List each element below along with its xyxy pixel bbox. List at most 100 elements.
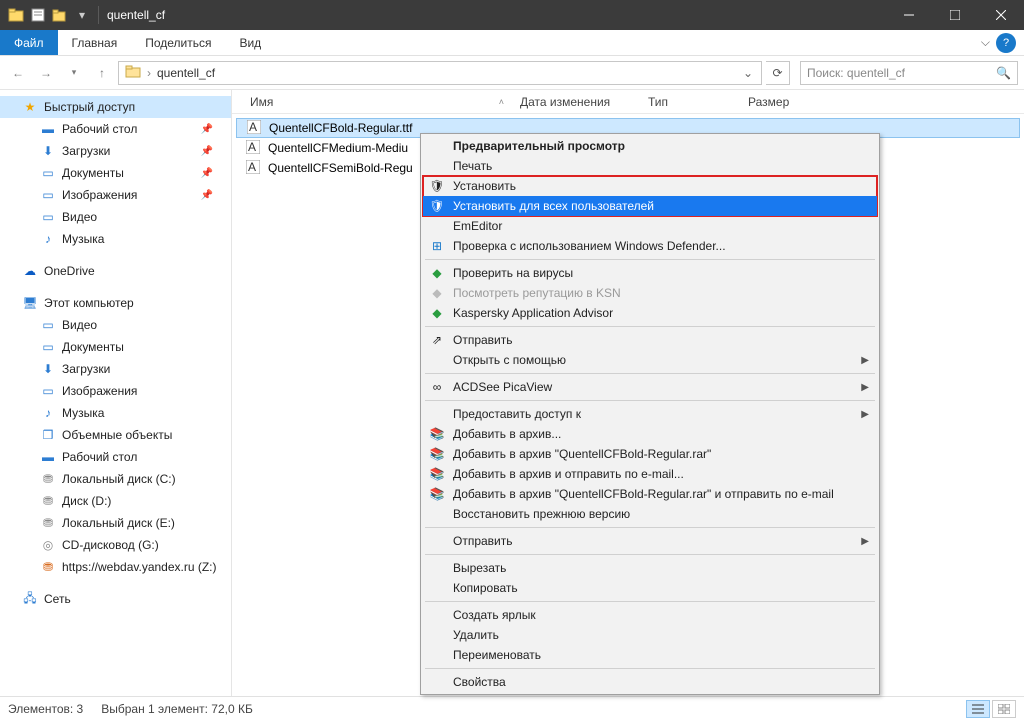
ribbon: Файл Главная Поделиться Вид ⌵ ? (0, 30, 1024, 56)
col-date[interactable]: Дата изменения (512, 95, 640, 109)
refresh-button[interactable]: ⟳ (766, 61, 790, 85)
shield-icon: 🛡 (429, 178, 445, 194)
tree-documents[interactable]: ▭Документы📌 (0, 162, 231, 184)
videos-icon: ▭ (40, 209, 56, 225)
ctx-cut[interactable]: Вырезать (423, 558, 877, 578)
tab-view[interactable]: Вид (225, 30, 275, 55)
network-icon: 🖧 (22, 591, 38, 607)
tree-pictures[interactable]: ▭Изображения📌 (0, 184, 231, 206)
column-headers: Имя˄ Дата изменения Тип Размер (232, 90, 1024, 114)
font-icon: A (247, 120, 263, 136)
view-icons-button[interactable] (992, 700, 1016, 718)
tree-downloads[interactable]: ⬇Загрузки📌 (0, 140, 231, 162)
ctx-acdsee[interactable]: ∞ACDSee PicaView▶ (423, 377, 877, 397)
tab-share[interactable]: Поделиться (131, 30, 225, 55)
tree-quick-access[interactable]: ★Быстрый доступ (0, 96, 231, 118)
close-button[interactable] (978, 0, 1024, 30)
minimize-button[interactable] (886, 0, 932, 30)
up-button[interactable]: ↑ (90, 61, 114, 85)
tree-desktop[interactable]: ▬Рабочий стол📌 (0, 118, 231, 140)
tree-drive-c[interactable]: ⛃Локальный диск (C:) (0, 468, 231, 490)
pictures-icon: ▭ (40, 187, 56, 203)
view-details-button[interactable] (966, 700, 990, 718)
ctx-properties[interactable]: Свойства (423, 672, 877, 692)
recent-dropdown[interactable]: ▾ (62, 61, 86, 85)
qat-dropdown-icon[interactable]: ▾ (72, 5, 92, 25)
col-size[interactable]: Размер (740, 95, 820, 109)
ctx-defender[interactable]: ⊞Проверка с использованием Windows Defen… (423, 236, 877, 256)
tree-drive-z[interactable]: ⛃https://webdav.yandex.ru (Z:) (0, 556, 231, 578)
qat-properties-icon[interactable] (28, 5, 48, 25)
col-name[interactable]: Имя˄ (242, 95, 512, 109)
pictures-icon: ▭ (40, 383, 56, 399)
sort-asc-icon: ˄ (499, 97, 504, 107)
search-input[interactable]: Поиск: quentell_cf 🔍 (800, 61, 1018, 85)
ctx-arch3[interactable]: 📚Добавить в архив и отправить по e-mail.… (423, 464, 877, 484)
ctx-restore[interactable]: Восстановить прежнюю версию (423, 504, 877, 524)
status-count: Элементов: 3 (8, 702, 83, 716)
drive-icon: ⛃ (40, 471, 56, 487)
tree-pc-3d[interactable]: ❒Объемные объекты (0, 424, 231, 446)
ribbon-expand-icon[interactable]: ⌵ (981, 35, 990, 50)
desktop-icon: ▬ (40, 121, 56, 137)
tree-music[interactable]: ♪Музыка (0, 228, 231, 250)
tree-pc-downloads[interactable]: ⬇Загрузки (0, 358, 231, 380)
ctx-copy[interactable]: Копировать (423, 578, 877, 598)
ctx-kaspersky[interactable]: ◆Kaspersky Application Advisor (423, 303, 877, 323)
cd-icon: ◎ (40, 537, 56, 553)
downloads-icon: ⬇ (40, 143, 56, 159)
file-tab[interactable]: Файл (0, 30, 58, 55)
back-button[interactable]: ← (6, 61, 30, 85)
ctx-send[interactable]: ⇗Отправить (423, 330, 877, 350)
forward-button[interactable]: → (34, 61, 58, 85)
address-bar[interactable]: › quentell_cf ⌄ (118, 61, 762, 85)
qat-new-folder-icon[interactable] (50, 5, 70, 25)
ctx-preview[interactable]: Предварительный просмотр (423, 136, 877, 156)
ctx-emeditor[interactable]: EmEditor (423, 216, 877, 236)
ctx-arch2[interactable]: 📚Добавить в архив "QuentellCFBold-Regula… (423, 444, 877, 464)
tree-pc-documents[interactable]: ▭Документы (0, 336, 231, 358)
ctx-sendto[interactable]: Отправить▶ (423, 531, 877, 551)
ctx-rename[interactable]: Переименовать (423, 645, 877, 665)
help-button[interactable]: ? (996, 33, 1016, 53)
pc-icon: 🖥 (22, 295, 38, 311)
ctx-install[interactable]: 🛡Установить (423, 176, 877, 196)
address-dropdown-icon[interactable]: ⌄ (737, 66, 759, 80)
tree-drive-g[interactable]: ◎CD-дисковод (G:) (0, 534, 231, 556)
shield-icon: 🛡 (429, 198, 445, 214)
ctx-open-with[interactable]: Открыть с помощью▶ (423, 350, 877, 370)
ctx-shortcut[interactable]: Создать ярлык (423, 605, 877, 625)
ctx-delete[interactable]: Удалить (423, 625, 877, 645)
search-icon: 🔍 (996, 66, 1011, 80)
tree-onedrive[interactable]: ☁OneDrive (0, 260, 231, 282)
tab-home[interactable]: Главная (58, 30, 132, 55)
col-type[interactable]: Тип (640, 95, 740, 109)
submenu-arrow-icon: ▶ (861, 382, 869, 393)
ctx-install-all[interactable]: 🛡Установить для всех пользователей (423, 196, 877, 216)
ctx-arch1[interactable]: 📚Добавить в архив... (423, 424, 877, 444)
tree-videos[interactable]: ▭Видео (0, 206, 231, 228)
drive-icon: ⛃ (40, 493, 56, 509)
onedrive-icon: ☁ (22, 263, 38, 279)
tree-pc-videos[interactable]: ▭Видео (0, 314, 231, 336)
defender-icon: ⊞ (429, 238, 445, 254)
tree-drive-d[interactable]: ⛃Диск (D:) (0, 490, 231, 512)
pin-icon: 📌 (201, 168, 213, 179)
tree-pc-pictures[interactable]: ▭Изображения (0, 380, 231, 402)
documents-icon: ▭ (40, 165, 56, 181)
ctx-arch4[interactable]: 📚Добавить в архив "QuentellCFBold-Regula… (423, 484, 877, 504)
documents-icon: ▭ (40, 339, 56, 355)
ctx-share[interactable]: Предоставить доступ к▶ (423, 404, 877, 424)
pin-icon: 📌 (201, 124, 213, 135)
tree-drive-e[interactable]: ⛃Локальный диск (E:) (0, 512, 231, 534)
tree-pc-music[interactable]: ♪Музыка (0, 402, 231, 424)
ctx-print[interactable]: Печать (423, 156, 877, 176)
maximize-button[interactable] (932, 0, 978, 30)
tree-pc-desktop[interactable]: ▬Рабочий стол (0, 446, 231, 468)
window-title: quentell_cf (107, 8, 165, 22)
tree-thispc[interactable]: 🖥Этот компьютер (0, 292, 231, 314)
status-selection: Выбран 1 элемент: 72,0 КБ (101, 702, 253, 716)
tree-network[interactable]: 🖧Сеть (0, 588, 231, 610)
breadcrumb[interactable]: quentell_cf (151, 66, 221, 80)
ctx-virus[interactable]: ◆Проверить на вирусы (423, 263, 877, 283)
